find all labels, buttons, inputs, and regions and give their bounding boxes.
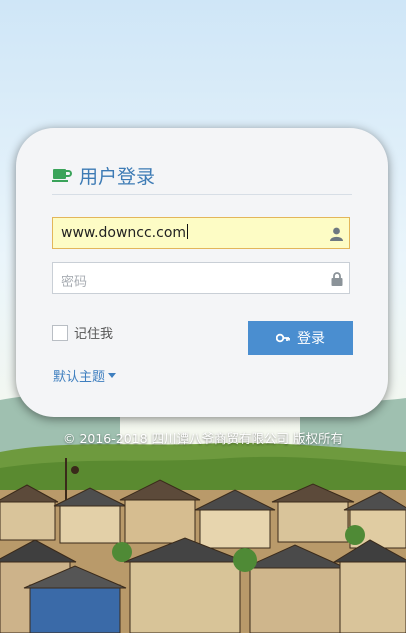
- checkbox-box[interactable]: [52, 324, 68, 341]
- login-panel: 用户登录 www.downcc.com 密码 记住我 登录 默认主题: [16, 128, 388, 417]
- remember-me-checkbox[interactable]: 记住我: [52, 323, 113, 342]
- password-placeholder: 密码: [61, 275, 88, 290]
- key-icon: [276, 332, 290, 344]
- caret-down-icon: [108, 373, 117, 378]
- username-input[interactable]: www.downcc.com: [52, 217, 350, 249]
- title-divider: [52, 194, 352, 195]
- login-title-text: 用户登录: [79, 165, 156, 188]
- theme-label: 默认主题: [53, 370, 106, 385]
- username-value: www.downcc.com: [61, 225, 187, 241]
- login-title: 用户登录: [52, 162, 155, 188]
- login-button[interactable]: 登录: [248, 321, 353, 355]
- login-button-label: 登录: [297, 331, 325, 347]
- coffee-cup-icon: [52, 167, 72, 183]
- lock-icon: [331, 271, 343, 290]
- remember-me-label: 记住我: [74, 327, 114, 342]
- user-icon: [330, 226, 343, 245]
- password-input[interactable]: 密码: [52, 262, 350, 294]
- copyright-text: © 2016-2018 四川谭八爷商贸有限公司 版权所有: [62, 431, 344, 446]
- theme-dropdown[interactable]: 默认主题: [53, 366, 117, 385]
